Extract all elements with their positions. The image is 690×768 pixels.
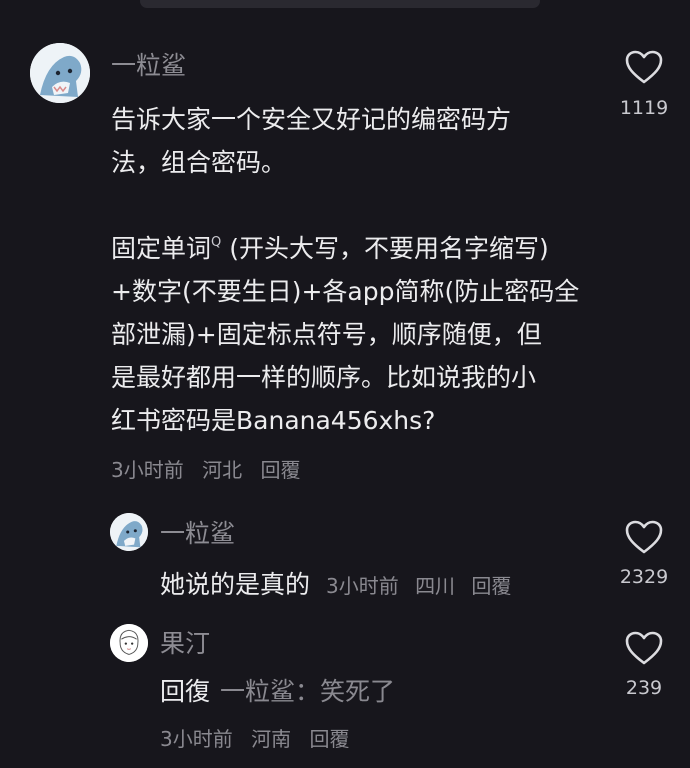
heart-outline-icon [625,520,663,554]
search-icon[interactable]: Q [211,235,221,250]
top-bar-fragment [140,0,540,8]
like-count: 239 [625,677,663,699]
heart-outline-icon [625,50,663,84]
heart-outline-icon [625,631,663,665]
timestamp: 3小时前 [111,458,184,482]
comment-line: +数字(不要生日)+各app简称(防止密码全 [111,277,580,306]
sketch-girl-avatar-icon [110,624,148,662]
avatar[interactable] [110,513,148,551]
like-button[interactable] [624,49,664,85]
like-button[interactable] [624,519,664,555]
location: 河南 [251,727,292,751]
comment-line: 法，组合密码。 [111,148,287,177]
reply-target: 一粒鲨：笑死了 [220,677,396,706]
comment-line: 固定单词Q (开头大写，不要用名字缩写) [111,227,579,270]
comment-line [111,184,579,227]
comment-line: 红书密码是Banana456xhs? [111,406,436,435]
reply-text: 她说的是真的 [160,570,311,599]
location: 四川 [415,574,456,598]
avatar[interactable] [30,43,90,103]
reply-prefix: 回復 [160,677,211,706]
like-count: 2329 [619,566,669,588]
timestamp: 3小时前 [160,727,233,751]
reply-meta: 3小时前 河南 回覆 [160,726,361,752]
location: 河北 [202,458,243,482]
timestamp: 3小时前 [325,574,399,598]
comment-username[interactable]: 一粒鲨 [111,51,186,81]
avatar[interactable] [110,624,148,662]
reply-meta: 3小时前 四川 回覆 [326,574,521,598]
shark-avatar-icon [110,513,148,551]
reply-button[interactable]: 回覆 [260,458,300,482]
comment-line-rest: (开头大写，不要用名字缩写) [221,234,549,263]
shark-avatar-icon [30,43,90,103]
comment-line: 部泄漏)+固定标点符号，顺序随便，但 [111,320,542,349]
keyword-link[interactable]: 固定单词 [111,234,211,263]
comment-line: 是最好都用一样的顺序。比如说我的小 [111,363,537,392]
reply-username[interactable]: 果汀 [160,629,210,659]
reply-button[interactable]: 回覆 [471,574,511,598]
reply-text-row: 她说的是真的 3小时前 四川 回覆 [160,563,521,608]
reply-username[interactable]: 一粒鲨 [160,519,235,549]
reply-button[interactable]: 回覆 [309,727,349,751]
comment-line: 告诉大家一个安全又好记的编密码方 [111,105,512,134]
like-button[interactable] [624,630,664,666]
reply-text-row: 回復 一粒鲨：笑死了 [160,670,395,713]
comment-meta: 3小时前 河北 回覆 [111,457,312,483]
like-count: 1119 [619,97,669,119]
comment-text: 告诉大家一个安全又好记的编密码方 法，组合密码。 固定单词Q (开头大写，不要用… [111,98,579,442]
